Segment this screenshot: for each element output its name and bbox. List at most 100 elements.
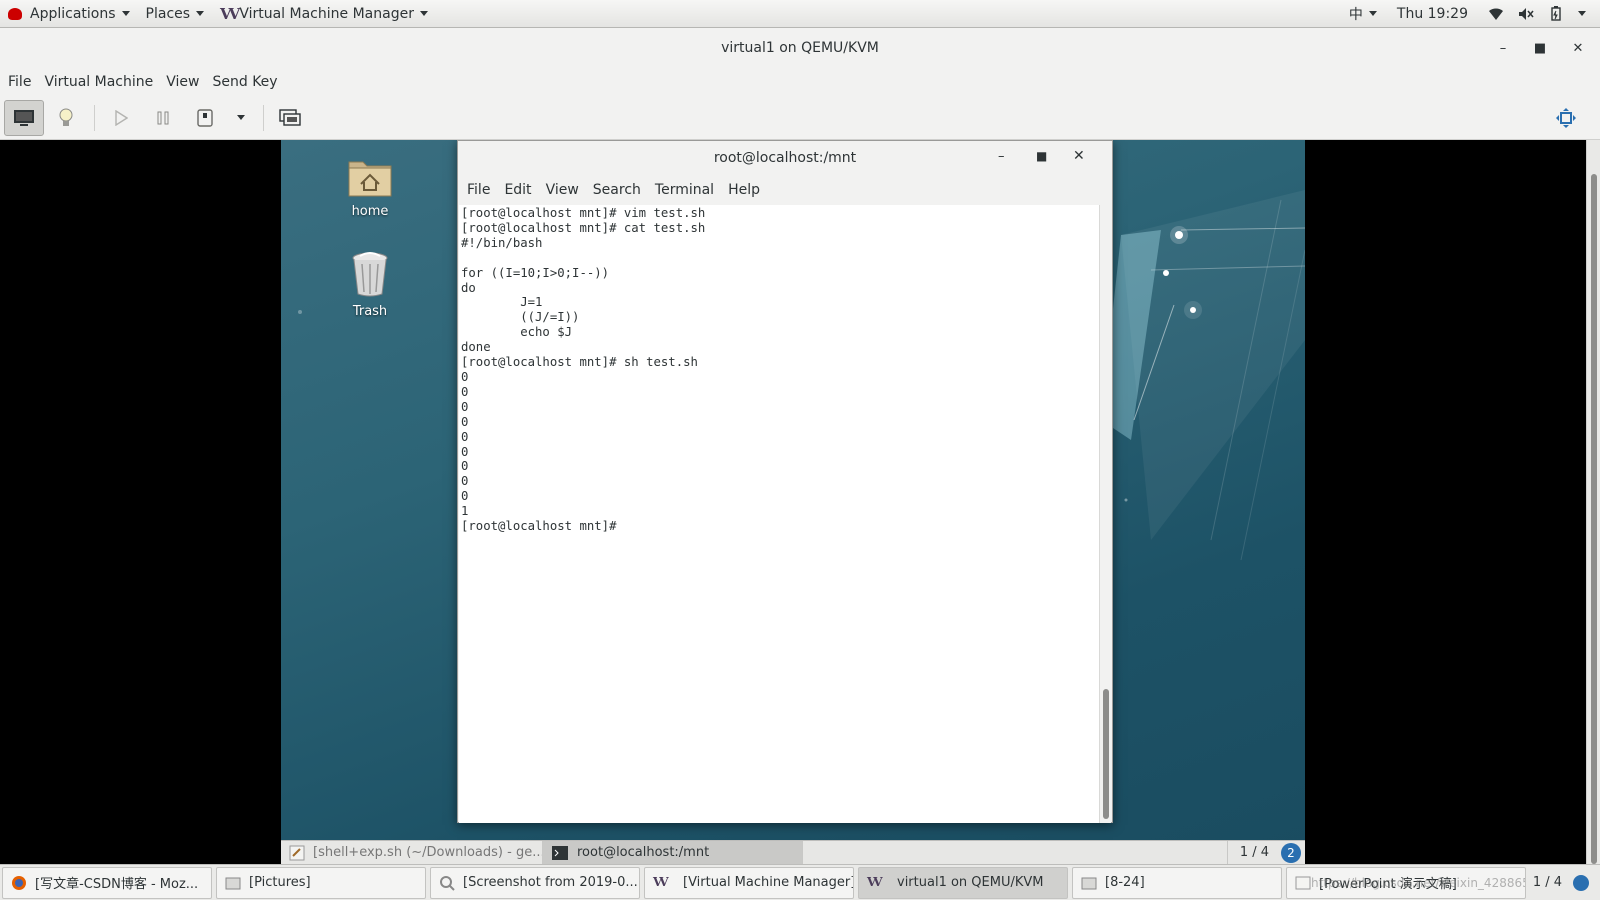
terminal-line: done [461, 340, 491, 355]
shutdown-dropdown[interactable] [227, 100, 255, 136]
desktop-icon-label: home [351, 204, 389, 219]
workspace-switcher[interactable]: 1 / 4 2 [1226, 840, 1305, 864]
terminal-menu-edit[interactable]: Edit [500, 182, 535, 198]
trash-icon [352, 252, 388, 297]
window-titlebar[interactable]: virtual1 on QEMU/KVM – ■ ✕ [0, 28, 1600, 68]
task-label: virtual1 on QEMU/KVM [897, 875, 1044, 890]
firefox-icon [12, 875, 26, 890]
vmm-icon: VV [653, 874, 669, 889]
text-editor-icon [289, 845, 305, 860]
terminal-output[interactable]: [root@localhost mnt]# vim test.sh [root@l… [459, 205, 1099, 823]
applications-menu[interactable]: Applications [0, 0, 138, 28]
pause-icon [157, 111, 169, 124]
snapshot-icon [279, 108, 301, 126]
terminal-icon [552, 845, 568, 860]
window-scrollbar[interactable] [1586, 140, 1600, 864]
places-label: Places [145, 5, 191, 22]
close-icon[interactable]: ✕ [1073, 148, 1085, 164]
terminal-line: [root@localhost mnt]# [461, 519, 624, 534]
scrollbar-thumb[interactable] [1103, 689, 1109, 819]
terminal-window[interactable]: root@localhost:/mnt – ■ ✕ File Edit View… [457, 140, 1113, 823]
volume-muted-icon[interactable] [1518, 6, 1534, 22]
terminal-line: for ((I=10;I>0;I--)) [461, 265, 610, 280]
input-method-indicator[interactable]: 中 [1349, 0, 1377, 28]
terminal-line: do [461, 280, 476, 295]
terminal-line: 0 [461, 414, 469, 429]
shutdown-button[interactable] [185, 100, 225, 136]
clock[interactable]: Thu 19:29 [1397, 6, 1468, 22]
terminal-line: 0 [461, 459, 469, 474]
workspace-indicator: 1 / 4 [1532, 875, 1562, 890]
chevron-down-icon [121, 11, 130, 16]
chevron-down-icon [419, 11, 428, 16]
terminal-menu-bar: File Edit View Search Terminal Help [458, 175, 1112, 205]
host-task-8-24[interactable]: [8-24] [1072, 866, 1282, 899]
redhat-logo-icon [8, 7, 22, 20]
notification-badge[interactable]: 2 [1281, 842, 1301, 863]
guest-task-gedit[interactable]: [shell+exp.sh (~/Downloads) - ge... [281, 840, 543, 864]
vm-console[interactable]: home Trash root@localhost:/mnt – ■ ✕ Fil… [0, 140, 1600, 864]
desktop-icon-trash[interactable]: Trash [325, 250, 415, 319]
run-button[interactable] [101, 100, 141, 136]
host-task-firefox[interactable]: [写文章-CSDN博客 - Moz... [2, 866, 212, 899]
fullscreen-arrows-icon [1556, 107, 1576, 128]
chevron-down-icon [237, 115, 245, 120]
watermark-text: https://blog.csdn.net/weixin_4288658 [1311, 875, 1526, 890]
desktop-icon-home[interactable]: home [325, 154, 415, 219]
terminal-line: J=1 [461, 295, 543, 310]
details-view-button[interactable] [46, 100, 86, 136]
host-task-virtual1[interactable]: VV virtual1 on QEMU/KVM [858, 866, 1068, 899]
menu-send-key[interactable]: Send Key [207, 74, 282, 90]
lightbulb-icon [59, 108, 73, 126]
task-label: [Pictures] [249, 875, 311, 890]
menu-virtual-machine[interactable]: Virtual Machine [39, 74, 158, 90]
host-task-screenshot[interactable]: [Screenshot from 2019-0... [430, 866, 640, 899]
menu-view[interactable]: View [161, 74, 204, 90]
snapshots-button[interactable] [270, 100, 310, 136]
host-task-vmm[interactable]: VV [Virtual Machine Manager] [644, 866, 854, 899]
system-menu-chevron-icon[interactable] [1578, 11, 1586, 16]
terminal-line: ((J/=I)) [461, 310, 580, 325]
guest-desktop[interactable]: home Trash root@localhost:/mnt – ■ ✕ Fil… [281, 140, 1305, 864]
chevron-down-icon [1368, 11, 1377, 16]
wifi-icon[interactable] [1488, 6, 1504, 22]
minimize-icon[interactable]: – [998, 149, 1005, 164]
places-menu[interactable]: Places [138, 0, 213, 28]
terminal-menu-help[interactable]: Help [724, 182, 764, 198]
task-label: root@localhost:/mnt [577, 845, 710, 860]
console-view-button[interactable] [4, 99, 44, 136]
app-menu[interactable]: VV Virtual Machine Manager [212, 0, 436, 28]
battery-icon[interactable] [1548, 6, 1564, 22]
terminal-line: 1 [461, 504, 469, 519]
terminal-scrollbar[interactable] [1099, 205, 1111, 823]
terminal-menu-file[interactable]: File [463, 182, 494, 198]
input-method-label: 中 [1348, 6, 1363, 23]
terminal-line: 0 [461, 429, 469, 444]
minimize-icon[interactable]: – [1488, 28, 1518, 68]
maximize-icon[interactable]: ■ [1525, 28, 1555, 68]
host-workspace-switcher[interactable]: 1 / 4 [1533, 874, 1600, 892]
close-icon[interactable]: ✕ [1563, 28, 1593, 68]
task-label: [Virtual Machine Manager] [683, 875, 854, 890]
fullscreen-button[interactable] [1546, 100, 1586, 136]
host-task-pictures[interactable]: [Pictures] [216, 866, 426, 899]
top-panel: Applications Places VV Virtual Machine M… [0, 0, 1600, 28]
host-task-powerpoint[interactable]: [PowerPoint 演示文稿] https://blog.csdn.net/… [1286, 866, 1526, 899]
power-icon [197, 108, 213, 127]
terminal-menu-view[interactable]: View [542, 182, 583, 198]
notification-icon[interactable] [1572, 874, 1590, 892]
maximize-icon[interactable]: ■ [1036, 149, 1047, 163]
scrollbar-thumb[interactable] [1591, 174, 1597, 864]
menu-file[interactable]: File [3, 74, 36, 90]
terminal-line: 0 [461, 399, 469, 414]
terminal-titlebar[interactable]: root@localhost:/mnt – ■ ✕ [458, 141, 1112, 175]
guest-task-terminal[interactable]: root@localhost:/mnt [543, 840, 803, 864]
desktop-icon-label: Trash [352, 304, 388, 319]
task-label: [Screenshot from 2019-0... [463, 875, 638, 890]
pause-button[interactable] [143, 100, 183, 136]
terminal-menu-terminal[interactable]: Terminal [651, 182, 718, 198]
terminal-menu-search[interactable]: Search [589, 182, 645, 198]
terminal-line: [root@localhost mnt]# vim test.sh [461, 206, 706, 220]
presentation-icon [1295, 876, 1311, 889]
